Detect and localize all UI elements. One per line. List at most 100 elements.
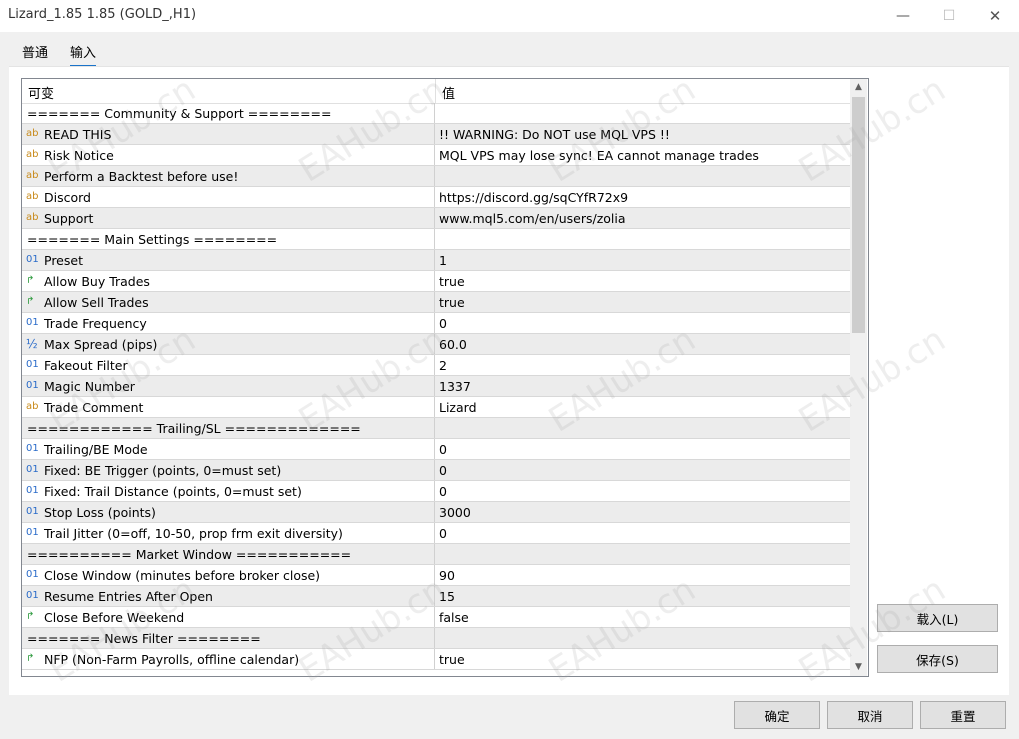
- variable-value[interactable]: Lizard: [439, 400, 477, 415]
- bool-type-icon: ↱: [26, 296, 35, 307]
- variable-value[interactable]: 1337: [439, 379, 471, 394]
- value-cell[interactable]: 0: [435, 460, 850, 480]
- column-header-variable[interactable]: 可变: [28, 83, 54, 102]
- variable-value[interactable]: 2: [439, 358, 447, 373]
- variable-value[interactable]: www.mql5.com/en/users/zolia: [439, 211, 626, 226]
- save-button[interactable]: 保存(S): [877, 645, 998, 673]
- variable-value[interactable]: 3000: [439, 505, 471, 520]
- value-cell[interactable]: [435, 229, 850, 249]
- value-cell[interactable]: MQL VPS may lose sync! EA cannot manage …: [435, 145, 850, 165]
- maximize-button[interactable]: ☐: [926, 0, 972, 32]
- table-row[interactable]: ↱ Allow Sell Trades true: [22, 292, 850, 313]
- column-divider[interactable]: [435, 79, 436, 103]
- value-cell[interactable]: 1337: [435, 376, 850, 396]
- minimize-button[interactable]: —: [880, 0, 926, 32]
- table-row[interactable]: 01 Stop Loss (points) 3000: [22, 502, 850, 523]
- variable-value[interactable]: 0: [439, 442, 447, 457]
- table-row[interactable]: ↱ Allow Buy Trades true: [22, 271, 850, 292]
- value-cell[interactable]: [435, 544, 850, 564]
- value-cell[interactable]: 90: [435, 565, 850, 585]
- value-cell[interactable]: [435, 166, 850, 186]
- variable-value[interactable]: true: [439, 652, 465, 667]
- value-cell[interactable]: https://discord.gg/sqCYfR72x9: [435, 187, 850, 207]
- value-cell[interactable]: [435, 418, 850, 438]
- ok-button[interactable]: 确定: [734, 701, 820, 729]
- variable-cell: ↱ NFP (Non-Farm Payrolls, offline calenda…: [22, 649, 435, 669]
- table-row[interactable]: ↱ Close Before Weekend false: [22, 607, 850, 628]
- table-row[interactable]: ========== Market Window ===========: [22, 544, 850, 565]
- table-row[interactable]: 01 Resume Entries After Open 15: [22, 586, 850, 607]
- table-row[interactable]: 01 Magic Number 1337: [22, 376, 850, 397]
- variable-cell: ======= News Filter ========: [22, 628, 435, 648]
- table-row[interactable]: 01 Fakeout Filter 2: [22, 355, 850, 376]
- table-row[interactable]: ab Perform a Backtest before use!: [22, 166, 850, 187]
- table-row[interactable]: ============ Trailing/SL =============: [22, 418, 850, 439]
- value-cell[interactable]: 3000: [435, 502, 850, 522]
- value-cell[interactable]: 2: [435, 355, 850, 375]
- reset-button[interactable]: 重置: [920, 701, 1006, 729]
- variable-value[interactable]: https://discord.gg/sqCYfR72x9: [439, 190, 628, 205]
- variable-value[interactable]: true: [439, 274, 465, 289]
- table-row[interactable]: ab READ THIS !! WARNING: Do NOT use MQL VP…: [22, 124, 850, 145]
- table-row[interactable]: 01 Trade Frequency 0: [22, 313, 850, 334]
- variable-value[interactable]: 15: [439, 589, 455, 604]
- table-row[interactable]: ↱ NFP (Non-Farm Payrolls, offline calenda…: [22, 649, 850, 670]
- table-row[interactable]: ½ Max Spread (pips) 60.0: [22, 334, 850, 355]
- integer-type-icon: 01: [26, 443, 39, 454]
- variable-value[interactable]: 0: [439, 316, 447, 331]
- value-cell[interactable]: www.mql5.com/en/users/zolia: [435, 208, 850, 228]
- tab-common[interactable]: 普通: [22, 42, 48, 61]
- scroll-up-arrow-icon[interactable]: ▲: [850, 79, 867, 95]
- table-row[interactable]: ======= Community & Support ========: [22, 103, 850, 124]
- value-cell[interactable]: true: [435, 649, 850, 669]
- table-row[interactable]: 01 Fixed: Trail Distance (points, 0=must …: [22, 481, 850, 502]
- value-cell[interactable]: 1: [435, 250, 850, 270]
- table-row[interactable]: ab Discord https://discord.gg/sqCYfR72x9: [22, 187, 850, 208]
- column-header-value[interactable]: 值: [442, 83, 455, 102]
- value-cell[interactable]: true: [435, 292, 850, 312]
- table-row[interactable]: 01 Trail Jitter (0=off, 10-50, prop frm e…: [22, 523, 850, 544]
- vertical-scrollbar[interactable]: ▲ ▼: [850, 79, 867, 676]
- table-row[interactable]: ab Trade Comment Lizard: [22, 397, 850, 418]
- scroll-down-arrow-icon[interactable]: ▼: [850, 659, 867, 675]
- tab-inputs[interactable]: 输入: [70, 42, 97, 67]
- variable-value[interactable]: 0: [439, 484, 447, 499]
- value-cell[interactable]: !! WARNING: Do NOT use MQL VPS !!: [435, 124, 850, 144]
- grid-header: 可变 值: [22, 79, 850, 104]
- double-type-icon: ½: [26, 337, 38, 351]
- value-cell[interactable]: Lizard: [435, 397, 850, 417]
- variable-value[interactable]: 0: [439, 463, 447, 478]
- variable-value[interactable]: !! WARNING: Do NOT use MQL VPS !!: [439, 127, 670, 142]
- variable-value[interactable]: MQL VPS may lose sync! EA cannot manage …: [439, 148, 759, 163]
- scrollbar-thumb[interactable]: [852, 97, 865, 333]
- value-cell[interactable]: 60.0: [435, 334, 850, 354]
- value-cell[interactable]: true: [435, 271, 850, 291]
- value-cell[interactable]: 0: [435, 439, 850, 459]
- table-row[interactable]: 01 Preset 1: [22, 250, 850, 271]
- value-cell[interactable]: [435, 628, 850, 648]
- table-row[interactable]: ======= News Filter ========: [22, 628, 850, 649]
- value-cell[interactable]: 15: [435, 586, 850, 606]
- close-button[interactable]: ✕: [972, 0, 1018, 32]
- value-cell[interactable]: 0: [435, 313, 850, 333]
- variable-value[interactable]: false: [439, 610, 469, 625]
- variable-value[interactable]: 1: [439, 253, 447, 268]
- table-row[interactable]: 01 Trailing/BE Mode 0: [22, 439, 850, 460]
- variable-value[interactable]: 90: [439, 568, 455, 583]
- value-cell[interactable]: [435, 103, 850, 123]
- load-button[interactable]: 载入(L): [877, 604, 998, 632]
- table-row[interactable]: ab Support www.mql5.com/en/users/zolia: [22, 208, 850, 229]
- value-cell[interactable]: false: [435, 607, 850, 627]
- table-row[interactable]: 01 Close Window (minutes before broker cl…: [22, 565, 850, 586]
- table-row[interactable]: 01 Fixed: BE Trigger (points, 0=must set)…: [22, 460, 850, 481]
- variable-value[interactable]: 60.0: [439, 337, 467, 352]
- integer-type-icon: 01: [26, 464, 39, 475]
- value-cell[interactable]: 0: [435, 523, 850, 543]
- cancel-button[interactable]: 取消: [827, 701, 913, 729]
- value-cell[interactable]: 0: [435, 481, 850, 501]
- table-row[interactable]: ab Risk Notice MQL VPS may lose sync! EA c…: [22, 145, 850, 166]
- variable-value[interactable]: 0: [439, 526, 447, 541]
- table-row[interactable]: ======= Main Settings ========: [22, 229, 850, 250]
- variable-value[interactable]: true: [439, 295, 465, 310]
- variable-cell: ======= Community & Support ========: [22, 103, 435, 123]
